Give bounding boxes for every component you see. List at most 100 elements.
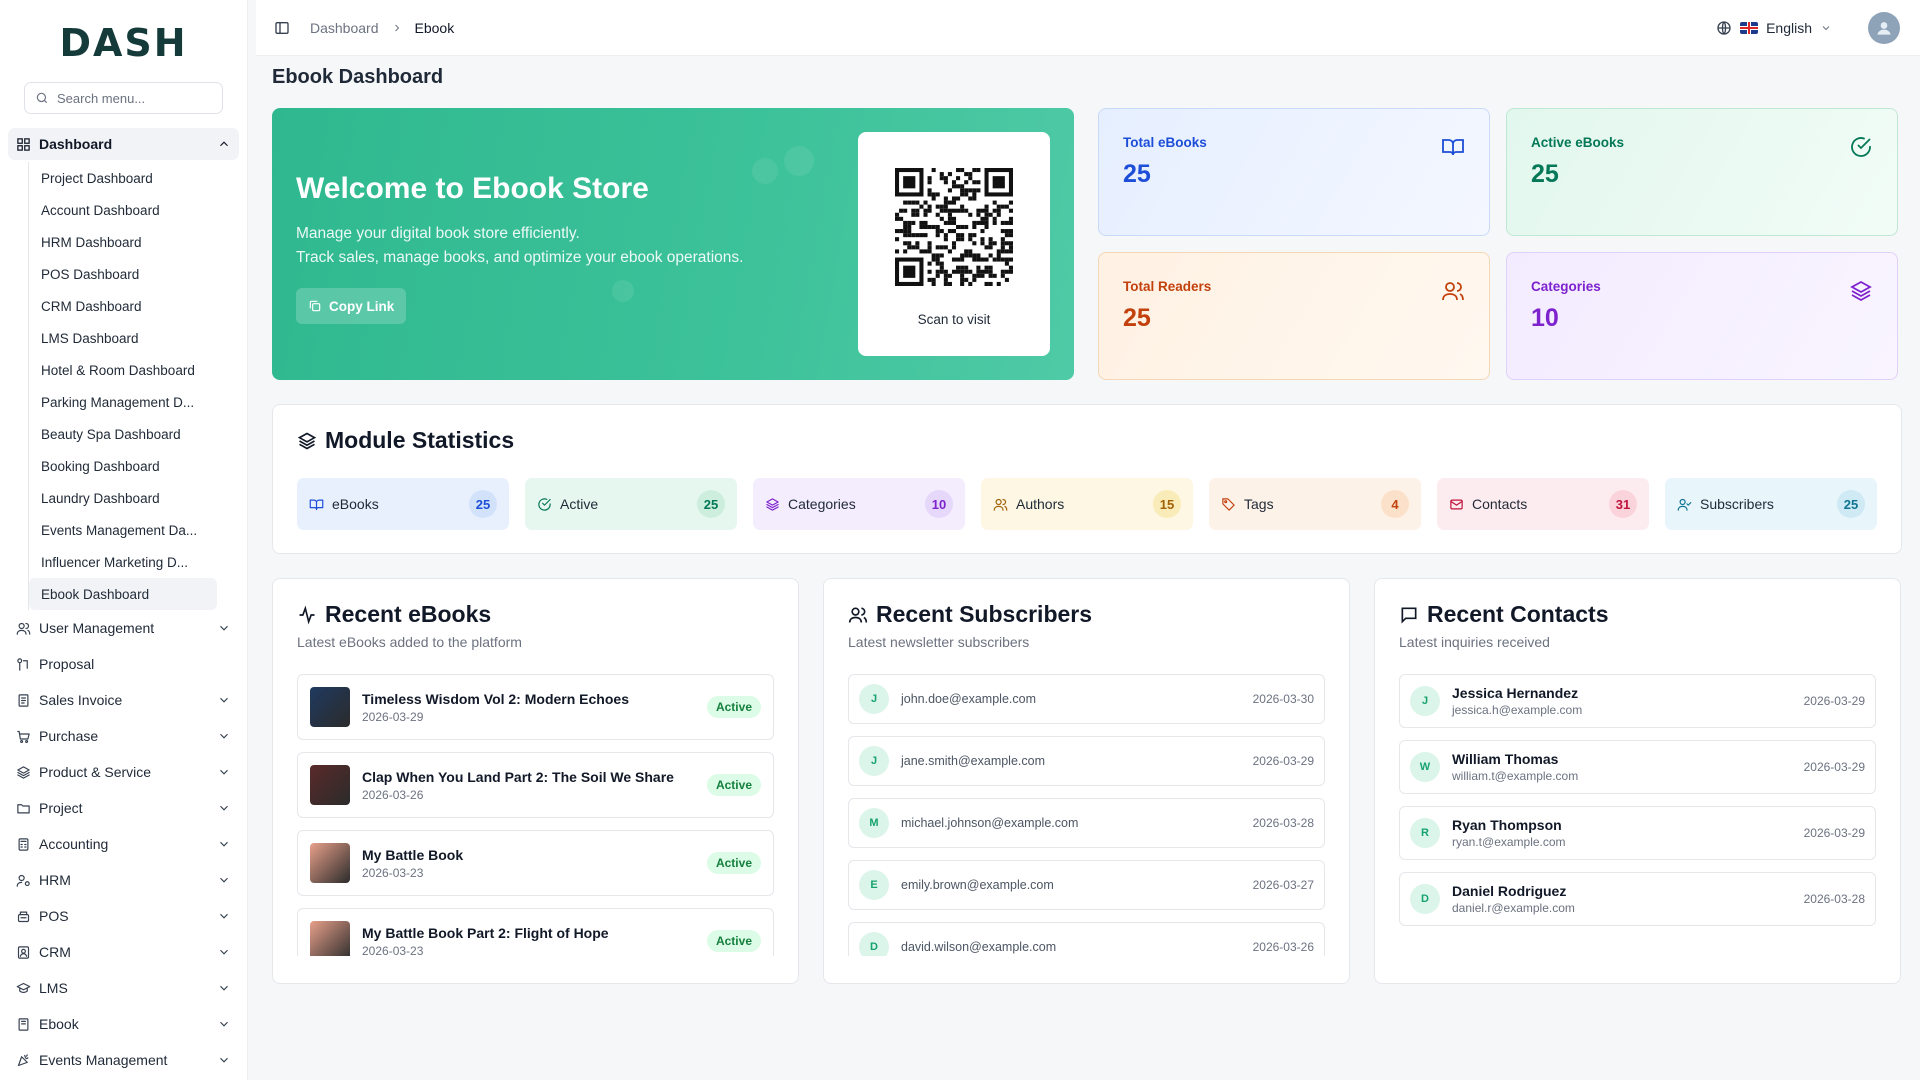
sidebar-item-pos[interactable]: POS — [8, 898, 239, 934]
stat-categories[interactable]: Categories 10 — [1506, 252, 1898, 380]
contact-list[interactable]: J Jessica Hernandez jessica.h@example.com 2… — [1399, 674, 1876, 956]
sidebar-subitem-lms-dashboard[interactable]: LMS Dashboard — [29, 322, 217, 354]
copy-icon — [308, 299, 322, 313]
module-stat-contacts[interactable]: Contacts 31 — [1437, 478, 1649, 530]
contact-avatar: W — [1410, 752, 1440, 782]
ebook-row[interactable]: My Battle Book 2026-03-23 Active — [297, 830, 774, 896]
tag-icon — [1221, 497, 1236, 512]
folder-icon — [16, 801, 31, 816]
subscriber-row[interactable]: Mmichael.johnson@example.com 2026-03-28 — [848, 798, 1325, 848]
sidebar-subitem-project-dashboard[interactable]: Project Dashboard — [29, 162, 217, 194]
search-input[interactable]: Search menu... — [57, 91, 145, 106]
contact-date: 2026-03-29 — [1803, 826, 1865, 840]
module-stat-count: 15 — [1153, 490, 1181, 518]
sidebar-subitem-laundry-dashboard[interactable]: Laundry Dashboard — [29, 482, 217, 514]
sidebar-item-project[interactable]: Project — [8, 790, 239, 826]
stat-total-readers[interactable]: Total Readers 25 — [1098, 252, 1490, 380]
contact-date: 2026-03-28 — [1803, 892, 1865, 906]
stat-grid: Total eBooks 25 Active eBooks 25 Total R… — [1098, 108, 1898, 380]
sidebar-item-ebook[interactable]: Ebook — [8, 1006, 239, 1042]
module-stat-ebooks[interactable]: eBooks 25 — [297, 478, 509, 530]
ebook-text: My Battle Book Part 2: Flight of Hope 202… — [362, 925, 609, 957]
sidebar-subitem-pos-dashboard[interactable]: POS Dashboard — [29, 258, 217, 290]
ebook-list[interactable]: Timeless Wisdom Vol 2: Modern Echoes 2026… — [297, 674, 774, 956]
module-stat-categories[interactable]: Categories 10 — [753, 478, 965, 530]
sidebar-subitem-hotel-room-dashboard[interactable]: Hotel & Room Dashboard — [29, 354, 217, 386]
ebook-title: Timeless Wisdom Vol 2: Modern Echoes — [362, 690, 629, 707]
sidebar-item-label: Purchase — [39, 728, 99, 744]
ebook-row[interactable]: Clap When You Land Part 2: The Soil We S… — [297, 752, 774, 818]
recent-contacts-subtitle: Latest inquiries received — [1399, 634, 1550, 650]
contact-text: Jessica Hernandez jessica.h@example.com — [1452, 685, 1582, 717]
subscriber-list[interactable]: Jjohn.doe@example.com 2026-03-30 Jjane.smi… — [848, 674, 1325, 956]
contact-row[interactable]: R Ryan Thompson ryan.t@example.com 2026-03-… — [1399, 806, 1876, 860]
module-stat-tags[interactable]: Tags 4 — [1209, 478, 1421, 530]
sidebar-item-label: Sales Invoice — [39, 692, 123, 708]
chevron-down-icon — [217, 621, 231, 635]
module-stat-authors[interactable]: Authors 15 — [981, 478, 1193, 530]
subscriber-row[interactable]: Eemily.brown@example.com 2026-03-27 — [848, 860, 1325, 910]
contact-email: jessica.h@example.com — [1452, 703, 1583, 717]
sidebar-item-purchase[interactable]: Purchase — [8, 718, 239, 754]
layers-icon — [765, 497, 780, 512]
qr-code — [895, 168, 1013, 286]
brand-logo[interactable]: DASH — [0, 0, 247, 82]
qr-card[interactable]: Scan to visit — [858, 132, 1050, 356]
decor-circle — [752, 158, 778, 184]
stat-total-ebooks[interactable]: Total eBooks 25 — [1098, 108, 1490, 236]
language-selector[interactable]: English — [1716, 20, 1832, 36]
user-avatar[interactable] — [1868, 11, 1900, 44]
sidebar-subitem-beauty-spa-dashboard[interactable]: Beauty Spa Dashboard — [29, 418, 217, 450]
sidebar-item-accounting[interactable]: Accounting — [8, 826, 239, 862]
user-check-icon — [1677, 497, 1692, 512]
book-cover-image — [310, 843, 350, 883]
module-stat-active[interactable]: Active 25 — [525, 478, 737, 530]
subscriber-email: jane.smith@example.com — [901, 754, 1045, 768]
party-icon — [16, 1053, 31, 1068]
sidebar-group-label: Dashboard — [39, 136, 113, 152]
subscriber-row[interactable]: Jjane.smith@example.com 2026-03-29 — [848, 736, 1325, 786]
contact-avatar: J — [1410, 686, 1440, 716]
sidebar-subitem-booking-dashboard[interactable]: Booking Dashboard — [29, 450, 217, 482]
recent-subscribers-label: Recent Subscribers — [876, 601, 1093, 627]
search-menu[interactable]: Search menu... — [24, 82, 223, 114]
copy-link-button[interactable]: Copy Link — [296, 288, 407, 324]
sidebar-item-product-service[interactable]: Product & Service — [8, 754, 239, 790]
sidebar-toggle-icon[interactable] — [274, 20, 290, 36]
chevron-down-icon — [217, 837, 231, 851]
contact-avatar: R — [1410, 818, 1440, 848]
sidebar-item-proposal[interactable]: Proposal — [8, 646, 239, 682]
stat-active-ebooks[interactable]: Active eBooks 25 — [1506, 108, 1898, 236]
ebook-row[interactable]: Timeless Wisdom Vol 2: Modern Echoes 2026… — [297, 674, 774, 740]
sidebar-group-dashboard[interactable]: Dashboard — [8, 128, 239, 160]
breadcrumb-dashboard[interactable]: Dashboard — [310, 20, 379, 36]
sidebar-subitem-parking-management-d[interactable]: Parking Management D... — [29, 386, 217, 418]
sidebar-subitem-crm-dashboard[interactable]: CRM Dashboard — [29, 290, 217, 322]
module-stat-subscribers[interactable]: Subscribers 25 — [1665, 478, 1877, 530]
hrm-icon — [16, 873, 31, 888]
module-stat-count: 25 — [469, 490, 497, 518]
sidebar-item-crm[interactable]: CRM — [8, 934, 239, 970]
layers-icon — [297, 431, 317, 451]
sidebar-item-lms[interactable]: LMS — [8, 970, 239, 1006]
sidebar-item-user-management[interactable]: User Management — [8, 610, 239, 646]
contact-text: William Thomas william.t@example.com — [1452, 751, 1578, 783]
contact-row[interactable]: J Jessica Hernandez jessica.h@example.com 2… — [1399, 674, 1876, 728]
subscriber-email: john.doe@example.com — [901, 692, 1036, 706]
sidebar-item-sales-invoice[interactable]: Sales Invoice — [8, 682, 239, 718]
sidebar-subitem-events-management-da[interactable]: Events Management Da... — [29, 514, 217, 546]
contact-row[interactable]: W William Thomas william.t@example.com 2026… — [1399, 740, 1876, 794]
sidebar-item-hrm[interactable]: HRM — [8, 862, 239, 898]
chevron-down-icon — [217, 801, 231, 815]
ebook-row[interactable]: My Battle Book Part 2: Flight of Hope 202… — [297, 908, 774, 956]
sidebar-subitem-account-dashboard[interactable]: Account Dashboard — [29, 194, 217, 226]
sidebar-subitem-ebook-dashboard[interactable]: Ebook Dashboard — [29, 578, 217, 610]
contact-row[interactable]: D Daniel Rodriguez daniel.r@example.com 202… — [1399, 872, 1876, 926]
subscriber-row[interactable]: Ddavid.wilson@example.com 2026-03-26 — [848, 922, 1325, 956]
sidebar-item-events-management[interactable]: Events Management — [8, 1042, 239, 1078]
sidebar-subitem-hrm-dashboard[interactable]: HRM Dashboard — [29, 226, 217, 258]
subscriber-row[interactable]: Jjohn.doe@example.com 2026-03-30 — [848, 674, 1325, 724]
module-stat-label: Active — [560, 496, 599, 512]
sidebar-subitem-influencer-marketing-d[interactable]: Influencer Marketing D... — [29, 546, 217, 578]
ebook-date: 2026-03-23 — [362, 943, 424, 957]
